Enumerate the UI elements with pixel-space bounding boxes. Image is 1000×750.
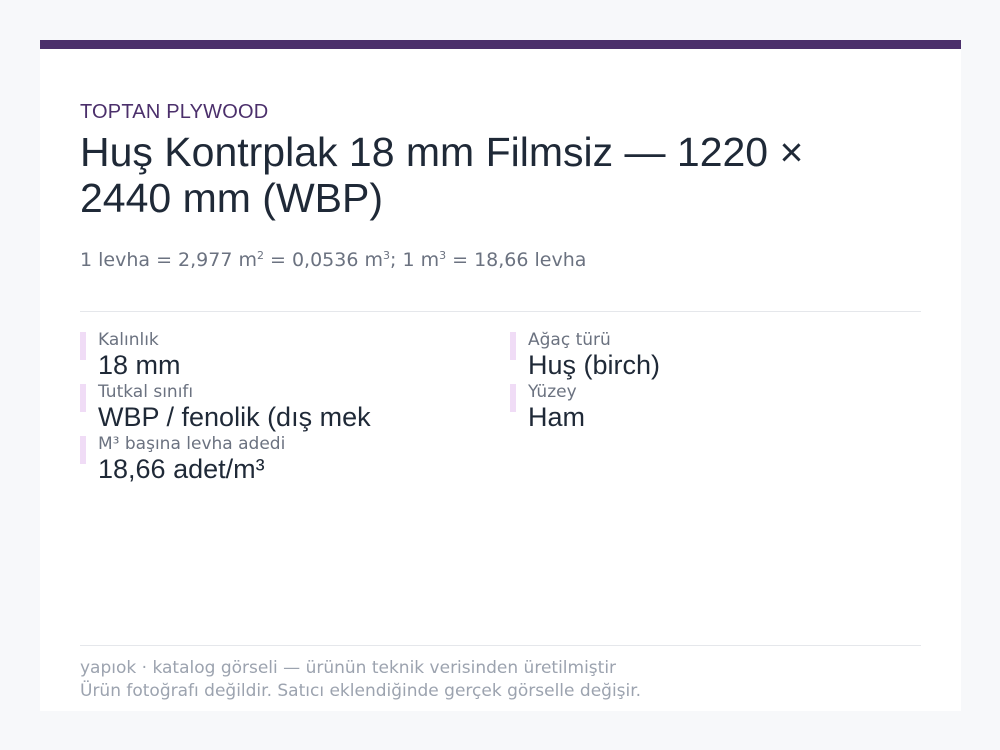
footer-line-2: Ürün fotoğrafı değildir. Satıcı eklendiğ… — [80, 681, 642, 701]
product-card: TOPTAN PLYWOOD Huş Kontrplak 18 mm Films… — [40, 40, 961, 711]
conversion-sup-2: 3 — [383, 249, 390, 262]
spec-value: WBP / fenolik (dış mek — [98, 402, 371, 432]
spec-marker — [510, 384, 516, 412]
spec-label: Kalınlık — [98, 330, 159, 350]
spec-value: 18 mm — [98, 350, 181, 380]
spec-marker — [80, 332, 86, 360]
accent-bar — [40, 40, 961, 49]
product-title: Huş Kontrplak 18 mm Filmsiz — 1220 × 244… — [80, 129, 804, 221]
spec-label: Ağaç türü — [528, 330, 611, 350]
conversion-part-2: = 0,0536 m — [263, 249, 383, 271]
footer-line-1: yapıok · katalog görseli — ürünün teknik… — [80, 658, 617, 678]
spec-glue-class: Tutkal sınıfı WBP / fenolik (dış mek — [80, 382, 480, 432]
header-divider — [80, 311, 921, 312]
footer-divider — [80, 645, 921, 646]
spec-marker — [510, 332, 516, 360]
spec-surface: Yüzey Ham — [510, 382, 910, 432]
conversion-part-3: ; 1 m — [390, 249, 440, 271]
spec-thickness: Kalınlık 18 mm — [80, 330, 480, 380]
spec-label: M³ başına levha adedi — [98, 434, 286, 454]
spec-value: Ham — [528, 402, 586, 432]
spec-marker — [80, 436, 86, 464]
brand-label: TOPTAN PLYWOOD — [80, 101, 269, 123]
spec-wood-type: Ağaç türü Huş (birch) — [510, 330, 910, 380]
spec-sheets-per-m3: M³ başına levha adedi 18,66 adet/m³ — [80, 434, 480, 484]
conversion-part-1: 1 levha = 2,977 m — [80, 249, 257, 271]
spec-label: Yüzey — [528, 382, 577, 402]
conversion-sup-1: 2 — [256, 249, 264, 262]
spec-list: Kalınlık 18 mm Ağaç türü Huş (birch) Tut… — [80, 330, 921, 490]
spec-label: Tutkal sınıfı — [98, 382, 194, 402]
product-header: TOPTAN PLYWOOD Huş Kontrplak 18 mm Films… — [80, 99, 921, 273]
conversion-summary: 1 levha = 2,977 m2 = 0,0536 m3; 1 m3 = 1… — [80, 243, 921, 273]
footer-note: yapıok · katalog görseli — ürünün teknik… — [80, 657, 921, 703]
spec-value: Huş (birch) — [528, 350, 661, 380]
spec-value: 18,66 adet/m³ — [98, 454, 265, 484]
spec-marker — [80, 384, 86, 412]
conversion-part-4: = 18,66 levha — [446, 249, 587, 271]
